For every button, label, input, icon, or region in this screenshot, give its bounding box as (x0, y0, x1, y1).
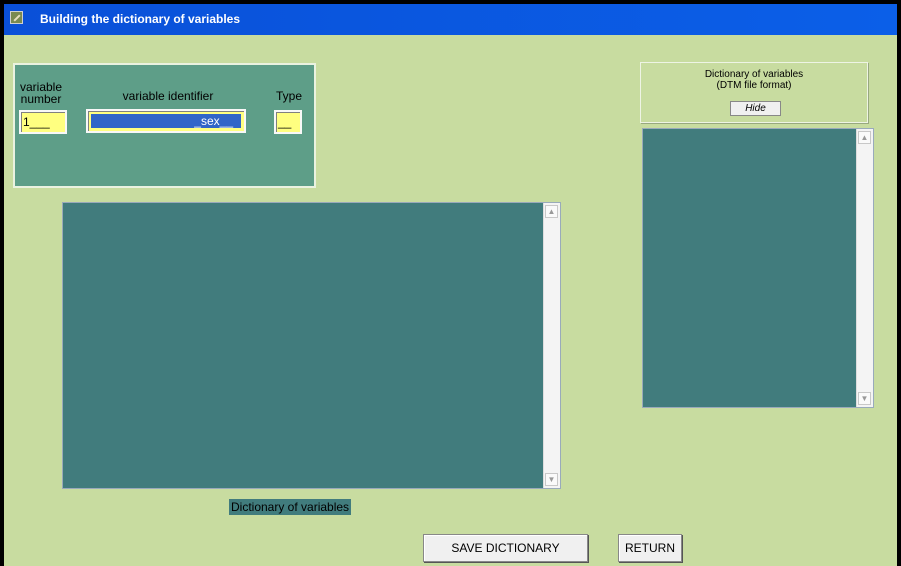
return-button[interactable]: RETURN (618, 534, 682, 562)
variable-entry-panel: variable number 1___ variable identifier… (13, 63, 316, 188)
type-label: Type (275, 89, 302, 103)
dtm-title-line1: Dictionary of variables (704, 69, 804, 80)
window-title: Building the dictionary of variables (40, 12, 241, 26)
dtm-header-panel: Dictionary of variables (DTM file format… (640, 62, 868, 123)
type-field[interactable]: __ (274, 110, 302, 134)
chevron-down-icon[interactable]: ▼ (858, 392, 871, 405)
dictionary-listbox[interactable]: ▲ ▼ (62, 202, 561, 489)
chevron-up-icon[interactable]: ▲ (858, 131, 871, 144)
hide-button[interactable]: Hide (730, 101, 781, 116)
chevron-up-icon[interactable]: ▲ (545, 205, 558, 218)
main-window: Building the dictionary of variables var… (4, 4, 897, 566)
dtm-title-line2: (DTM file format) (716, 80, 792, 91)
dtm-listbox[interactable]: ▲ ▼ (642, 128, 874, 408)
variable-number-field[interactable]: 1___ (19, 110, 67, 134)
dtm-scrollbar[interactable]: ▲ ▼ (856, 129, 873, 407)
title-bar[interactable]: Building the dictionary of variables (4, 4, 897, 35)
save-dictionary-button[interactable]: SAVE DICTIONARY (423, 534, 588, 562)
chevron-down-icon[interactable]: ▼ (545, 473, 558, 486)
variable-identifier-label: variable identifier (122, 89, 214, 103)
variable-identifier-field[interactable]: _sex__ (86, 109, 246, 133)
app-pen-icon (10, 11, 23, 24)
dictionary-scrollbar[interactable]: ▲ ▼ (543, 203, 560, 488)
dictionary-caption: Dictionary of variables (229, 499, 352, 515)
variable-number-label: variable number (19, 80, 63, 106)
